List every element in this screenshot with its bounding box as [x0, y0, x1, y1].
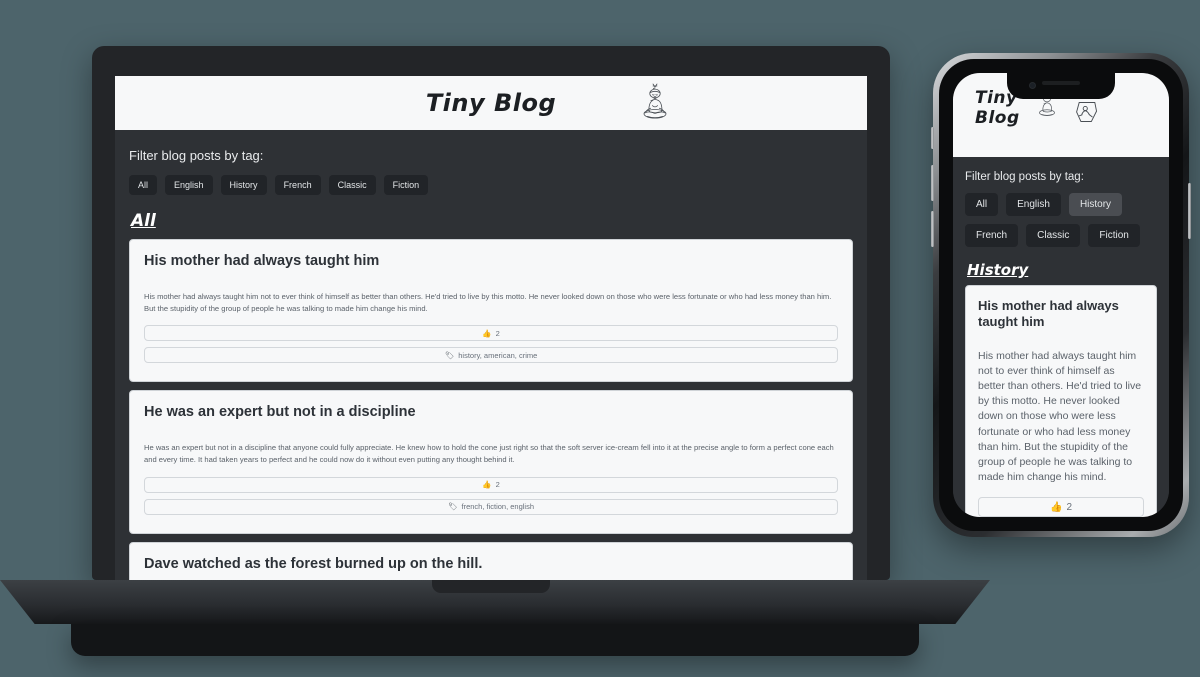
phone-inner-bezel: Tiny Blog Filter blog posts by tag: All …: [939, 59, 1183, 531]
phone-earpiece-speaker: [1042, 81, 1080, 85]
tag-filter-classic[interactable]: Classic: [1026, 224, 1081, 247]
tag-filter-classic[interactable]: Classic: [328, 175, 376, 195]
laptop-base-notch: [432, 580, 550, 593]
post-title: He was an expert but not in a discipline: [144, 404, 416, 421]
site-body: Filter blog posts by tag: All English Hi…: [115, 130, 867, 580]
post-body: He was an expert but not in a discipline…: [144, 443, 834, 465]
post-title: His mother had always taught him: [144, 253, 380, 269]
laptop-screen: Tiny Blog Filter blog posts by tag: All …: [115, 76, 867, 580]
tag-filter-english[interactable]: English: [1006, 193, 1061, 216]
phone-mockup: Tiny Blog Filter blog posts by tag: All …: [931, 53, 1191, 537]
laptop-foot: [71, 624, 919, 656]
section-heading: History: [967, 261, 1029, 279]
thumbs-up-icon: 👍: [1049, 501, 1063, 513]
tag-filter-french[interactable]: French: [274, 175, 321, 195]
phone-front-camera: [1029, 82, 1036, 89]
phone-power-button[interactable]: [1188, 183, 1191, 239]
post-like-count: 2: [1066, 501, 1072, 513]
meditating-person-illustration: [633, 82, 677, 126]
post-tag-bar[interactable]: 🏷 french, fiction, english: [144, 498, 838, 515]
section-heading: All: [131, 211, 156, 231]
tag-icon: 🏷: [447, 502, 458, 512]
thumbs-up-icon: 👍: [482, 328, 492, 338]
phone-notch: [1007, 73, 1115, 99]
post-title: Dave watched as the forest burned up on …: [144, 555, 483, 572]
post-like-bar[interactable]: 👍 2: [978, 497, 1144, 517]
tag-filter-history[interactable]: History: [1068, 193, 1123, 216]
site-title: Tiny Blog: [425, 89, 557, 117]
post-tag-list: french, fiction, english: [461, 502, 535, 512]
tag-filter-history[interactable]: History: [220, 175, 267, 195]
tag-filter-french[interactable]: French: [965, 224, 1019, 247]
phone-volume-down-button[interactable]: [931, 211, 934, 247]
post-like-count: 2: [495, 328, 500, 338]
post-like-count: 2: [495, 480, 500, 490]
secondary-illustration: [1074, 99, 1100, 125]
post-tag-list: history, american, crime: [458, 350, 538, 360]
tag-filter-fiction[interactable]: Fiction: [1088, 224, 1140, 247]
tag-filter-row: All English History French Classic Ficti…: [129, 175, 853, 195]
post-card[interactable]: His mother had always taught him His mot…: [965, 285, 1157, 517]
filter-label: Filter blog posts by tag:: [129, 148, 264, 163]
thumbs-up-icon: 👍: [482, 480, 492, 490]
phone-screen: Tiny Blog Filter blog posts by tag: All …: [953, 73, 1169, 517]
post-card[interactable]: His mother had always taught him His mot…: [129, 239, 853, 383]
phone-volume-up-button[interactable]: [931, 165, 934, 201]
tag-filter-all[interactable]: All: [965, 193, 999, 216]
post-card[interactable]: He was an expert but not in a discipline…: [129, 390, 853, 534]
tag-filter-row: All English History French Classic Ficti…: [965, 193, 1157, 247]
phone-mute-switch[interactable]: [931, 127, 934, 149]
post-body: His mother had always taught him not to …: [144, 292, 832, 314]
post-card[interactable]: Dave watched as the forest burned up on …: [129, 541, 853, 580]
post-tag-bar[interactable]: 🏷 history, american, crime: [144, 347, 838, 364]
post-like-bar[interactable]: 👍 2: [144, 476, 838, 493]
laptop-mockup: Tiny Blog Filter blog posts by tag: All …: [0, 46, 990, 656]
site-header: Tiny Blog: [115, 76, 867, 130]
tag-icon: 🏷: [444, 350, 455, 360]
post-title: His mother had always taught him: [978, 298, 1119, 330]
site-title-line-2: Blog: [975, 107, 1020, 128]
post-like-bar[interactable]: 👍 2: [144, 325, 838, 342]
filter-label: Filter blog posts by tag:: [965, 171, 1084, 183]
laptop-lid: Tiny Blog Filter blog posts by tag: All …: [92, 46, 890, 580]
tag-filter-english[interactable]: English: [165, 175, 213, 195]
post-body: His mother had always taught him not to …: [978, 349, 1142, 484]
site-body: Filter blog posts by tag: All English Hi…: [953, 157, 1169, 517]
tag-filter-fiction[interactable]: Fiction: [383, 175, 429, 195]
tag-filter-all[interactable]: All: [129, 175, 158, 195]
